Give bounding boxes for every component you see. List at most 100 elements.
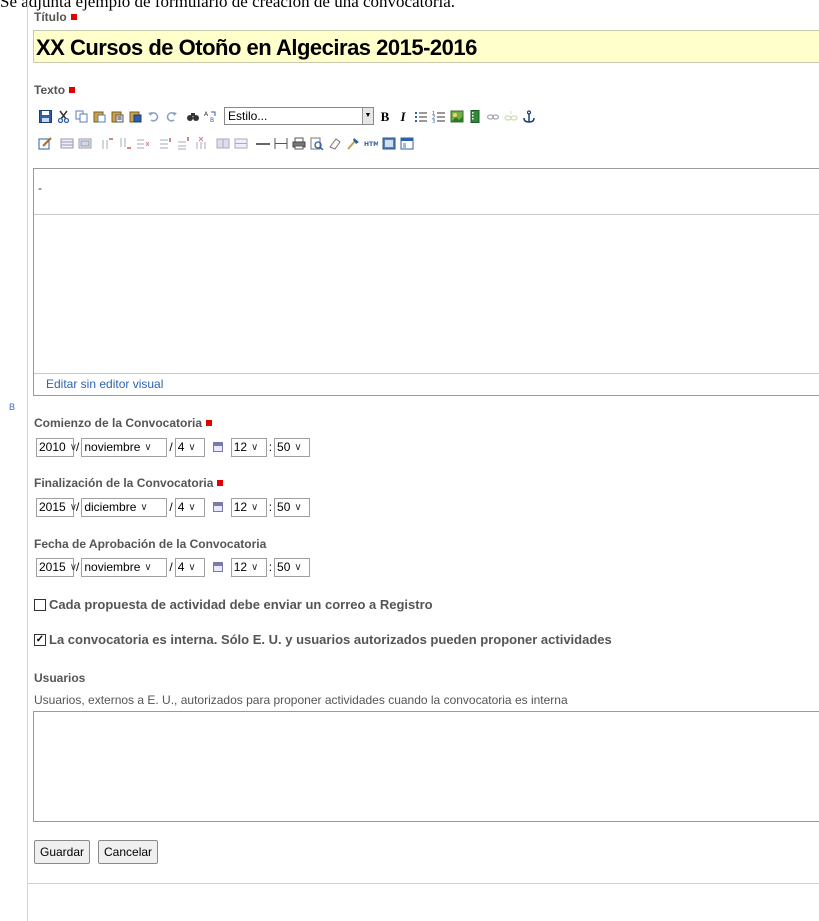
aprobacion-label: Fecha de Aprobación de la Convocatoria <box>34 537 267 551</box>
table-icon[interactable] <box>60 136 74 150</box>
hr-icon[interactable] <box>256 136 270 150</box>
cancel-button[interactable]: Cancelar <box>98 840 159 864</box>
registro-checkbox[interactable] <box>34 598 46 611</box>
insert-row-before-icon[interactable] <box>100 136 114 150</box>
editor-toolbar-row-2: HTML <box>38 133 418 153</box>
insert-row-after-icon[interactable] <box>118 136 132 150</box>
ordered-list-icon[interactable]: 123 <box>432 109 446 123</box>
chevron-down-icon: ∨ <box>140 501 148 513</box>
usuarios-textarea[interactable] <box>33 711 819 822</box>
save-icon[interactable] <box>38 109 52 123</box>
calendar-icon[interactable] <box>212 562 223 572</box>
intro-text: Se adjunta ejemplo de formulario de crea… <box>0 0 456 11</box>
save-button[interactable]: Guardar <box>34 840 91 864</box>
interna-checkbox-row[interactable]: ✓ La convocatoria es interna. Sólo E. U.… <box>34 632 612 647</box>
comienzo-day-select[interactable]: 4 ∨ <box>174 437 205 457</box>
comienzo-minute-select[interactable]: 50 ∨ <box>274 437 311 457</box>
finalizacion-year-select[interactable]: 2015 ∨ <box>36 497 78 517</box>
replace-icon[interactable]: AB <box>204 109 218 123</box>
html-icon[interactable]: HTML <box>364 136 378 150</box>
comienzo-label: Comienzo de la Convocatoria <box>34 416 213 430</box>
aprobacion-day-select[interactable]: 4 ∨ <box>174 557 205 577</box>
chevron-down-icon: ∨ <box>251 561 259 573</box>
editor-toolbar-row-1: AB Estilo... ▼ B I 123 <box>38 106 540 126</box>
unlink-icon[interactable] <box>504 109 518 123</box>
date-separator: / <box>169 560 173 574</box>
registro-checkbox-row[interactable]: Cada propuesta de actividad debe enviar … <box>34 597 433 612</box>
comienzo-year-select[interactable]: 2010 ∨ <box>36 437 78 457</box>
required-marker <box>70 14 77 20</box>
delete-col-icon[interactable] <box>194 136 208 150</box>
paste-word-icon[interactable] <box>128 109 142 123</box>
finalizacion-date-row: 2015 ∨ / diciembre ∨ / 4 ∨ 12 ∨ : 50 ∨ <box>34 497 312 517</box>
required-marker <box>217 480 224 486</box>
paste-text-icon[interactable] <box>110 109 124 123</box>
image-icon[interactable] <box>450 109 464 123</box>
edit-icon[interactable] <box>38 136 52 150</box>
required-marker <box>206 420 213 426</box>
cleanup-icon[interactable] <box>328 136 342 150</box>
insert-col-before-icon[interactable] <box>158 136 172 150</box>
undo-icon[interactable] <box>146 109 160 123</box>
finalizacion-day-select[interactable]: 4 ∨ <box>174 497 205 517</box>
finalizacion-month-select[interactable]: diciembre ∨ <box>81 497 168 517</box>
italic-icon[interactable]: I <box>396 109 410 123</box>
edit-without-visual-editor-link[interactable]: Editar sin editor visual <box>46 377 163 391</box>
insert-col-after-icon[interactable] <box>176 136 190 150</box>
registro-checkbox-label: Cada propuesta de actividad debe enviar … <box>49 597 433 612</box>
preview-icon[interactable] <box>310 136 324 150</box>
editor-content[interactable]: - <box>38 181 42 195</box>
merge-cells-icon[interactable] <box>216 136 230 150</box>
chevron-down-icon: ∨ <box>188 561 196 573</box>
comienzo-date-row: 2010 ∨ / noviembre ∨ / 4 ∨ 12 ∨ : 50 ∨ <box>34 437 312 457</box>
comienzo-hour-select[interactable]: 12 ∨ <box>230 437 267 457</box>
find-icon[interactable] <box>186 109 200 123</box>
delete-row-icon[interactable] <box>136 136 150 150</box>
finalizacion-minute-select[interactable]: 50 ∨ <box>274 497 311 517</box>
media-icon[interactable] <box>468 109 482 123</box>
chevron-down-icon: ∨ <box>69 441 78 453</box>
text-editor[interactable]: - Editar sin editor visual <box>33 168 819 396</box>
comienzo-month-select[interactable]: noviembre ∨ <box>81 437 168 457</box>
aprobacion-date-row: 2015 ∨ / noviembre ∨ / 4 ∨ 12 ∨ : 50 ∨ <box>34 557 312 577</box>
date-separator: / <box>169 500 173 514</box>
paste-icon[interactable] <box>92 109 106 123</box>
aprobacion-year-select[interactable]: 2015 ∨ <box>36 557 77 577</box>
anchor-icon[interactable] <box>522 109 536 123</box>
chevron-down-icon: ∨ <box>251 441 259 453</box>
unordered-list-icon[interactable] <box>414 109 428 123</box>
editor-divider <box>34 214 819 215</box>
editor-footer-divider <box>34 373 819 374</box>
fullscreen-icon[interactable] <box>382 136 396 150</box>
copy-icon[interactable] <box>74 109 88 123</box>
link-icon[interactable] <box>486 109 500 123</box>
interna-checkbox[interactable]: ✓ <box>34 633 46 646</box>
aprobacion-hour-select[interactable]: 12 ∨ <box>230 557 267 577</box>
split-cells-icon[interactable] <box>234 136 248 150</box>
interna-checkbox-label: La convocatoria es interna. Sólo E. U. y… <box>49 632 612 647</box>
chevron-down-icon: ∨ <box>188 441 196 453</box>
page-left-border <box>27 0 28 921</box>
calendar-icon[interactable] <box>212 502 223 512</box>
page-break-icon[interactable] <box>274 136 288 150</box>
redo-icon[interactable] <box>164 109 178 123</box>
finalizacion-label: Finalización de la Convocatoria <box>34 476 224 490</box>
chevron-down-icon: ∨ <box>251 501 259 513</box>
aprobacion-minute-select[interactable]: 50 ∨ <box>274 557 311 577</box>
style-select[interactable]: Estilo... ▼ <box>224 107 374 125</box>
calendar-icon[interactable] <box>212 442 223 452</box>
print-icon[interactable] <box>292 136 306 150</box>
table-props-icon[interactable] <box>78 136 92 150</box>
chevron-down-icon: ∨ <box>144 561 152 573</box>
chevron-down-icon: ∨ <box>69 501 78 513</box>
chevron-down-icon: ∨ <box>294 441 302 453</box>
format-painter-icon[interactable] <box>346 136 360 150</box>
cut-icon[interactable] <box>56 109 70 123</box>
aprobacion-month-select[interactable]: noviembre ∨ <box>81 557 168 577</box>
chevron-down-icon: ∨ <box>294 501 302 513</box>
titulo-input[interactable]: XX Cursos de Otoño en Algeciras 2015-201… <box>33 30 819 63</box>
bold-icon[interactable]: B <box>378 109 392 123</box>
time-separator: : <box>268 440 273 454</box>
finalizacion-hour-select[interactable]: 12 ∨ <box>230 497 267 517</box>
template-icon[interactable] <box>400 136 414 150</box>
